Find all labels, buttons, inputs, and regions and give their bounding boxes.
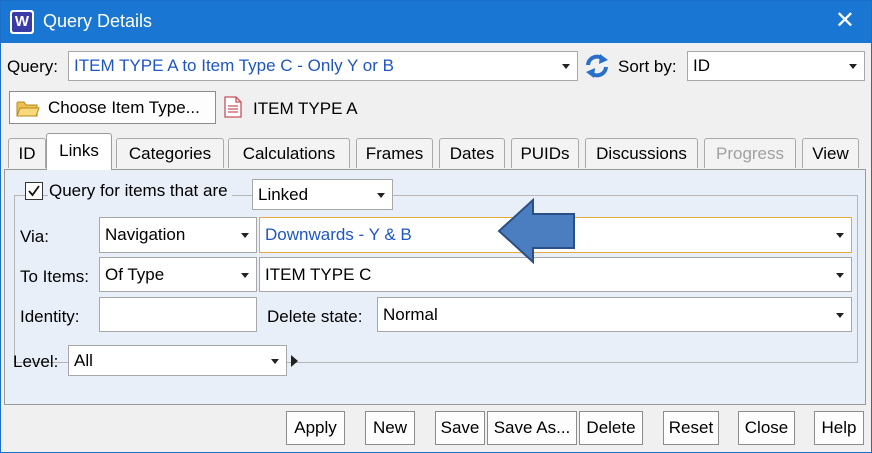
folder-icon: [16, 101, 40, 117]
chevron-down-icon: [271, 358, 279, 364]
tab-view[interactable]: View: [802, 138, 859, 168]
identity-label: Identity:: [20, 307, 80, 326]
chevron-down-icon: [562, 64, 570, 69]
tab-categories-label: Categories: [128, 144, 212, 163]
to-items-type-value: Of Type: [105, 264, 165, 284]
item-type-value: ITEM TYPE A: [253, 99, 358, 118]
query-details-window: W Query Details ✕ Query: ITEM TYPE A to …: [0, 0, 872, 453]
app-logo-icon: W: [10, 10, 34, 34]
tab-progress-label: Progress: [715, 144, 785, 163]
apply-button[interactable]: Apply: [286, 411, 345, 445]
query-label: Query:: [7, 57, 59, 76]
chevron-down-icon: [377, 192, 385, 198]
via-type-select[interactable]: Navigation: [99, 217, 257, 253]
query-linked-checkbox[interactable]: [25, 182, 43, 200]
help-label: Help: [821, 418, 857, 437]
query-value: ITEM TYPE A to Item Type C - Only Y or B: [74, 56, 394, 75]
refresh-icon[interactable]: [584, 52, 610, 80]
to-items-type-select[interactable]: Of Type: [99, 257, 257, 292]
to-items-value: ITEM TYPE C: [265, 264, 372, 284]
tab-discussions-label: Discussions: [596, 144, 687, 163]
link-state-value: Linked: [258, 184, 309, 204]
via-type-value: Navigation: [105, 225, 186, 244]
tab-frames[interactable]: Frames: [356, 138, 433, 168]
level-label: Level:: [13, 352, 59, 371]
tab-puids[interactable]: PUIDs: [511, 138, 579, 168]
sort-by-label: Sort by:: [618, 57, 677, 76]
reset-label: Reset: [668, 418, 714, 437]
choose-item-type-label: Choose Item Type...: [48, 97, 200, 117]
checkmark-icon: [28, 185, 40, 197]
save-as-button[interactable]: Save As...: [487, 411, 577, 445]
query-select[interactable]: ITEM TYPE A to Item Type C - Only Y or B: [68, 51, 578, 81]
tab-calculations-label: Calculations: [242, 144, 336, 163]
tab-id[interactable]: ID: [8, 138, 46, 168]
delete-state-select[interactable]: Normal: [377, 297, 852, 332]
dialog-body: Query: ITEM TYPE A to Item Type C - Only…: [1, 43, 871, 452]
choose-item-type-button[interactable]: Choose Item Type...: [9, 91, 216, 124]
level-value: All: [74, 350, 93, 370]
delete-state-label: Delete state:: [267, 307, 363, 326]
title-bar: W Query Details ✕: [1, 1, 871, 43]
chevron-down-icon: [241, 272, 249, 278]
sort-by-select[interactable]: ID: [687, 51, 865, 81]
chevron-down-icon: [241, 233, 249, 238]
app-logo-letter: W: [12, 12, 32, 32]
window-title: Query Details: [43, 11, 153, 31]
new-button[interactable]: New: [365, 411, 415, 445]
tab-dates-label: Dates: [449, 144, 495, 163]
chevron-down-icon: [849, 64, 857, 69]
delete-state-value: Normal: [383, 304, 438, 324]
save-as-label: Save As...: [493, 418, 571, 437]
tab-links-label: Links: [59, 141, 99, 160]
delete-label: Delete: [586, 418, 636, 437]
sort-by-value: ID: [693, 56, 710, 75]
via-direction-value: Downwards - Y & B: [265, 225, 412, 244]
document-icon: [224, 96, 242, 118]
callout-arrow-icon: [497, 198, 575, 264]
close-icon[interactable]: ✕: [835, 7, 855, 35]
links-panel: Linked Via: Navigation Downwards - Y & B…: [4, 169, 866, 405]
save-label: Save: [440, 418, 480, 437]
tab-calculations[interactable]: Calculations: [228, 138, 350, 168]
save-button[interactable]: Save: [435, 411, 485, 445]
help-button[interactable]: Help: [814, 411, 864, 445]
via-label: Via:: [20, 227, 49, 246]
tab-categories[interactable]: Categories: [116, 138, 224, 168]
chevron-down-icon: [836, 312, 844, 318]
close-label: Close: [744, 418, 789, 437]
tab-frames-label: Frames: [365, 144, 424, 163]
link-state-select[interactable]: Linked: [252, 179, 393, 210]
chevron-right-icon[interactable]: [291, 355, 298, 367]
tab-id-label: ID: [18, 144, 36, 163]
chevron-down-icon: [836, 233, 844, 238]
identity-input[interactable]: [99, 297, 257, 332]
tab-puids-label: PUIDs: [520, 144, 570, 163]
query-linked-label: Query for items that are: [48, 178, 232, 204]
reset-button[interactable]: Reset: [663, 411, 719, 445]
apply-label: Apply: [294, 418, 337, 437]
tab-dates[interactable]: Dates: [439, 138, 505, 168]
level-select[interactable]: All: [68, 345, 287, 376]
to-items-label: To Items:: [20, 267, 89, 286]
tab-links[interactable]: Links: [46, 133, 112, 170]
delete-button[interactable]: Delete: [579, 411, 643, 445]
tab-progress[interactable]: Progress: [704, 138, 796, 168]
tab-view-label: View: [812, 144, 849, 163]
close-button[interactable]: Close: [738, 411, 795, 445]
chevron-down-icon: [836, 272, 844, 278]
new-label: New: [372, 418, 407, 437]
tab-discussions[interactable]: Discussions: [585, 138, 698, 168]
